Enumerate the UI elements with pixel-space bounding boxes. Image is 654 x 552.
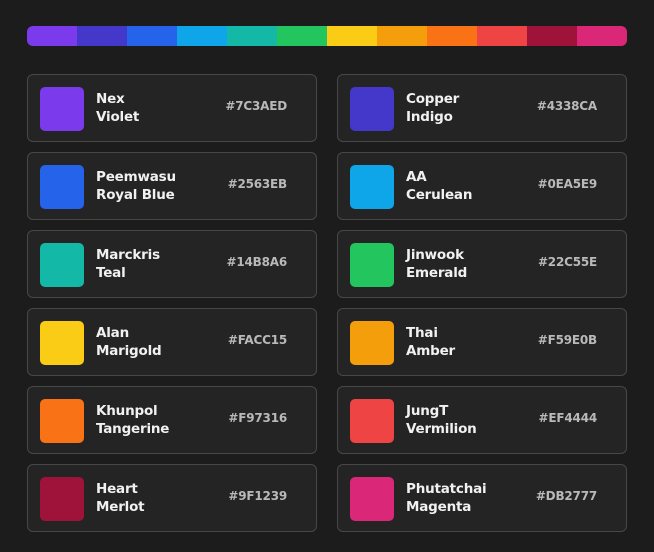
color-swatch xyxy=(40,477,84,521)
hex-code: #14B8A6 xyxy=(226,255,288,269)
strip-segment-amber xyxy=(377,26,427,46)
color-card-vermilion[interactable]: JungT Vermilion #EF4444 xyxy=(337,386,627,454)
hex-code: #EF4444 xyxy=(538,411,598,425)
strip-segment-violet xyxy=(27,26,77,46)
card-names: JungT Vermilion xyxy=(406,402,477,438)
color-name: Tangerine xyxy=(96,421,170,437)
color-swatch xyxy=(350,243,394,287)
hex-code: #4338CA xyxy=(536,99,597,113)
color-card-royal-blue[interactable]: Peemwasu Royal Blue #2563EB xyxy=(27,152,317,220)
color-name: Merlot xyxy=(96,499,145,515)
strip-segment-cerulean xyxy=(177,26,227,46)
color-card-grid: Nex Violet #7C3AED Copper Indigo #4338CA… xyxy=(27,74,627,532)
card-names: Heart Merlot xyxy=(96,480,145,516)
color-card-tangerine[interactable]: Khunpol Tangerine #F97316 xyxy=(27,386,317,454)
color-swatch xyxy=(40,243,84,287)
card-names: AA Cerulean xyxy=(406,168,472,204)
color-swatch xyxy=(350,321,394,365)
strip-segment-merlot xyxy=(527,26,577,46)
strip-segment-magenta xyxy=(577,26,627,46)
person-name: Peemwasu xyxy=(96,169,176,185)
strip-segment-emerald xyxy=(277,26,327,46)
card-names: Marckris Teal xyxy=(96,246,160,282)
card-names: Phutatchai Magenta xyxy=(406,480,487,516)
hex-code: #FACC15 xyxy=(227,333,287,347)
color-name: Cerulean xyxy=(406,187,473,203)
color-name: Amber xyxy=(406,343,455,359)
hex-code: #9F1239 xyxy=(228,489,287,503)
color-swatch xyxy=(350,87,394,131)
color-swatch xyxy=(40,399,84,443)
color-card-amber[interactable]: Thai Amber #F59E0B xyxy=(337,308,627,376)
color-card-violet[interactable]: Nex Violet #7C3AED xyxy=(27,74,317,142)
color-name: Royal Blue xyxy=(96,187,175,203)
color-swatch xyxy=(40,321,84,365)
hex-code: #F97316 xyxy=(228,411,287,425)
person-name: Heart xyxy=(96,481,138,497)
person-name: Phutatchai xyxy=(406,481,487,497)
hex-code: #22C55E xyxy=(537,255,597,269)
hex-code: #7C3AED xyxy=(225,99,287,113)
strip-segment-teal xyxy=(227,26,277,46)
hex-code: #0EA5E9 xyxy=(537,177,598,191)
card-names: Nex Violet xyxy=(96,90,139,126)
hex-code: #F59E0B xyxy=(537,333,597,347)
color-name: Marigold xyxy=(96,343,162,359)
hex-code: #DB2777 xyxy=(535,489,597,503)
color-swatch xyxy=(350,399,394,443)
color-swatch xyxy=(40,87,84,131)
color-name: Indigo xyxy=(406,109,453,125)
color-name: Teal xyxy=(96,265,126,281)
card-names: Khunpol Tangerine xyxy=(96,402,169,438)
color-name: Emerald xyxy=(406,265,468,281)
color-strip xyxy=(27,26,627,46)
color-swatch xyxy=(350,165,394,209)
person-name: Thai xyxy=(406,325,438,341)
card-names: Jinwook Emerald xyxy=(406,246,467,282)
color-card-marigold[interactable]: Alan Marigold #FACC15 xyxy=(27,308,317,376)
strip-segment-vermilion xyxy=(477,26,527,46)
strip-segment-royal-blue xyxy=(127,26,177,46)
person-name: Alan xyxy=(96,325,129,341)
color-card-merlot[interactable]: Heart Merlot #9F1239 xyxy=(27,464,317,532)
card-names: Copper Indigo xyxy=(406,90,459,126)
color-swatch xyxy=(40,165,84,209)
strip-segment-tangerine xyxy=(427,26,477,46)
person-name: AA xyxy=(406,169,427,185)
color-swatch xyxy=(350,477,394,521)
color-card-cerulean[interactable]: AA Cerulean #0EA5E9 xyxy=(337,152,627,220)
hex-code: #2563EB xyxy=(227,177,288,191)
color-card-emerald[interactable]: Jinwook Emerald #22C55E xyxy=(337,230,627,298)
person-name: Jinwook xyxy=(406,247,464,263)
card-names: Alan Marigold xyxy=(96,324,162,360)
person-name: Marckris xyxy=(96,247,160,263)
strip-segment-indigo xyxy=(77,26,127,46)
color-card-indigo[interactable]: Copper Indigo #4338CA xyxy=(337,74,627,142)
color-card-teal[interactable]: Marckris Teal #14B8A6 xyxy=(27,230,317,298)
card-names: Thai Amber xyxy=(406,324,455,360)
color-name: Vermilion xyxy=(406,421,477,437)
person-name: Nex xyxy=(96,91,125,107)
color-card-magenta[interactable]: Phutatchai Magenta #DB2777 xyxy=(337,464,627,532)
person-name: JungT xyxy=(406,403,449,419)
color-name: Violet xyxy=(96,109,140,125)
person-name: Khunpol xyxy=(96,403,158,419)
card-names: Peemwasu Royal Blue xyxy=(96,168,176,204)
color-name: Magenta xyxy=(406,499,472,515)
strip-segment-marigold xyxy=(327,26,377,46)
person-name: Copper xyxy=(406,91,460,107)
